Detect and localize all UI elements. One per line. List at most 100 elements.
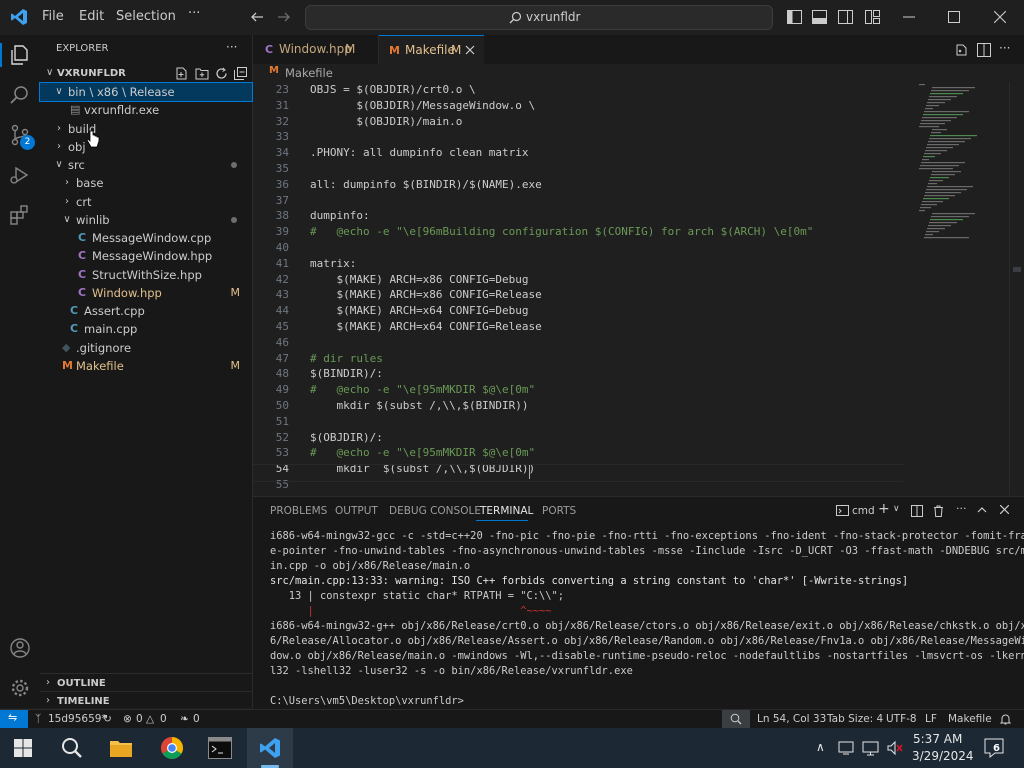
encoding[interactable]: UTF-8 <box>886 713 917 725</box>
error-count[interactable]: 0 <box>136 713 143 725</box>
toggle-panel-icon[interactable] <box>812 10 827 24</box>
accounts-icon[interactable] <box>8 636 32 660</box>
collapse-all-icon[interactable] <box>234 67 247 80</box>
tree-item[interactable]: C Assert.cpp <box>40 302 252 320</box>
extensions-icon[interactable] <box>8 203 32 227</box>
breadcrumb-file[interactable]: Makefile <box>285 66 333 80</box>
cursor-position[interactable]: Ln 54, Col 33 <box>757 713 826 725</box>
terminal-cmd-icon[interactable] <box>208 737 232 759</box>
menu-more[interactable]: ··· <box>188 6 200 21</box>
menu-file[interactable]: File <box>42 9 64 24</box>
chrome-icon[interactable] <box>160 736 184 760</box>
chevron-up-icon[interactable]: ∧ <box>816 740 825 754</box>
notifications-bell-icon[interactable] <box>1000 713 1011 725</box>
branch-name[interactable]: 15d95659* <box>48 713 107 725</box>
open-changes-icon[interactable] <box>955 43 969 57</box>
close-panel-icon[interactable] <box>1000 505 1009 514</box>
tree-item[interactable]: ∨ bin \ x86 \ Release <box>39 82 253 102</box>
remote-indicator[interactable]: ⇋ <box>0 710 28 728</box>
run-debug-icon[interactable] <box>8 163 32 187</box>
maximize-panel-chevron-up-icon[interactable] <box>977 506 987 513</box>
taskbar-search-icon[interactable] <box>61 737 83 759</box>
file-explorer-icon[interactable] <box>109 737 133 759</box>
warning-count[interactable]: 0 <box>160 713 167 725</box>
vscode-taskbar-button[interactable] <box>247 728 293 768</box>
windows-start-icon[interactable] <box>14 739 32 757</box>
menu-selection[interactable]: Selection <box>116 9 176 24</box>
tab-size[interactable]: Tab Size: 4 <box>827 713 883 725</box>
panel-more-button[interactable]: ··· <box>956 502 967 515</box>
terminal-line: i686-w64-mingw32-g++ obj/x86/Release/crt… <box>270 620 1024 632</box>
tree-item[interactable]: C StructWithSize.hpp <box>40 266 252 284</box>
tree-item-label: Assert.cpp <box>84 304 145 318</box>
tree-item[interactable]: ◆ .gitignore <box>40 339 252 357</box>
customize-layout-icon[interactable] <box>865 10 880 24</box>
tree-item[interactable]: › crt <box>40 193 252 211</box>
refresh-icon[interactable] <box>215 67 228 80</box>
new-terminal-plus-icon[interactable]: + <box>878 501 890 517</box>
display-icon[interactable] <box>862 740 880 756</box>
menu-edit[interactable]: Edit <box>79 9 104 24</box>
tree-item[interactable]: › base <box>40 174 252 192</box>
editor-more-button[interactable]: ··· <box>999 41 1010 55</box>
line-ending[interactable]: LF <box>925 713 937 725</box>
panel-tab-problems[interactable]: PROBLEMS <box>270 505 327 517</box>
tree-item[interactable]: › build <box>40 120 252 138</box>
tree-item[interactable]: C Window.hpp M <box>40 284 252 302</box>
tree-item[interactable]: Cmain.cpp <box>40 320 252 338</box>
close-tab-icon[interactable] <box>465 45 475 55</box>
panel-tab-terminal[interactable]: TERMINAL <box>480 505 533 517</box>
tab-window-hpp[interactable]: C Window.hpp M <box>253 35 379 64</box>
search-icon[interactable] <box>8 83 32 107</box>
outline-section[interactable]: › OUTLINE <box>40 673 252 692</box>
explorer-icon[interactable] <box>8 43 32 67</box>
volume-muted-icon[interactable] <box>886 740 904 756</box>
tree-item-label: bin \ x86 \ Release <box>68 85 175 99</box>
forward-arrow-icon[interactable] <box>277 10 291 24</box>
clock-time[interactable]: 5:37 AM <box>913 732 962 746</box>
clock-date[interactable]: 3/29/2024 <box>912 749 974 763</box>
ports-count[interactable]: 0 <box>193 713 200 725</box>
sync-icon[interactable]: ↻ <box>103 713 112 725</box>
zoom-search-button[interactable] <box>722 710 750 728</box>
tree-item[interactable]: › obj <box>40 138 252 156</box>
language-mode[interactable]: Makefile <box>948 713 992 725</box>
trash-icon[interactable] <box>933 505 944 517</box>
tree-item[interactable]: M Makefile M <box>40 357 252 375</box>
editor-scrollbar[interactable] <box>1009 82 1024 495</box>
maximize-icon[interactable] <box>948 11 960 23</box>
terminal-shell-label[interactable]: cmd <box>852 505 875 517</box>
tab-makefile[interactable]: M Makefile M <box>379 35 484 65</box>
tree-item[interactable]: ∨ winlib <box>40 211 252 229</box>
chevron-down-icon[interactable]: ∨ <box>893 504 900 514</box>
tree-item[interactable]: C MessageWindow.hpp <box>40 247 252 265</box>
command-center-search[interactable]: vxrunfldr <box>305 5 773 30</box>
panel-tab-ports[interactable]: PORTS <box>542 505 576 517</box>
code-editor[interactable]: 23 OBJS = $(OBJDIR)/crt0.o \ 31 $(OBJDIR)/… <box>253 82 1024 495</box>
toggle-primary-sidebar-icon[interactable] <box>787 10 802 24</box>
new-file-icon[interactable] <box>175 67 188 80</box>
panel-tab-output[interactable]: OUTPUT <box>335 505 378 517</box>
tree-item[interactable]: C MessageWindow.cpp <box>40 229 252 247</box>
explorer-more-button[interactable]: ··· <box>226 40 237 54</box>
panel-tab-debug-console[interactable]: DEBUG CONSOLE <box>389 505 481 517</box>
timeline-section[interactable]: › TIMELINE <box>40 691 252 709</box>
new-folder-icon[interactable] <box>195 67 209 80</box>
close-window-icon[interactable] <box>994 11 1006 23</box>
split-terminal-icon[interactable] <box>911 505 923 517</box>
makefile-icon: M <box>269 65 279 76</box>
toggle-secondary-sidebar-icon[interactable] <box>838 10 853 24</box>
split-editor-icon[interactable] <box>977 43 991 57</box>
back-arrow-icon[interactable] <box>250 10 264 24</box>
manage-gear-icon[interactable] <box>8 676 32 700</box>
explorer-header: EXPLORER <box>56 43 109 54</box>
minimap-line <box>925 150 947 152</box>
network-lan-icon[interactable] <box>838 740 856 756</box>
tree-item[interactable]: ▤ vxrunfldr.exe <box>40 101 252 119</box>
minimize-icon[interactable] <box>903 16 915 18</box>
terminal-output[interactable]: i686-w64-mingw32-gcc -c -std=c++20 -fno-… <box>270 529 1024 709</box>
scrollbar-thumb[interactable] <box>1013 267 1021 272</box>
minimap[interactable] <box>913 82 1009 242</box>
explorer-root-row[interactable]: ∨ VXRUNFLDR <box>40 65 252 83</box>
tree-item[interactable]: ∨ src <box>40 156 252 174</box>
